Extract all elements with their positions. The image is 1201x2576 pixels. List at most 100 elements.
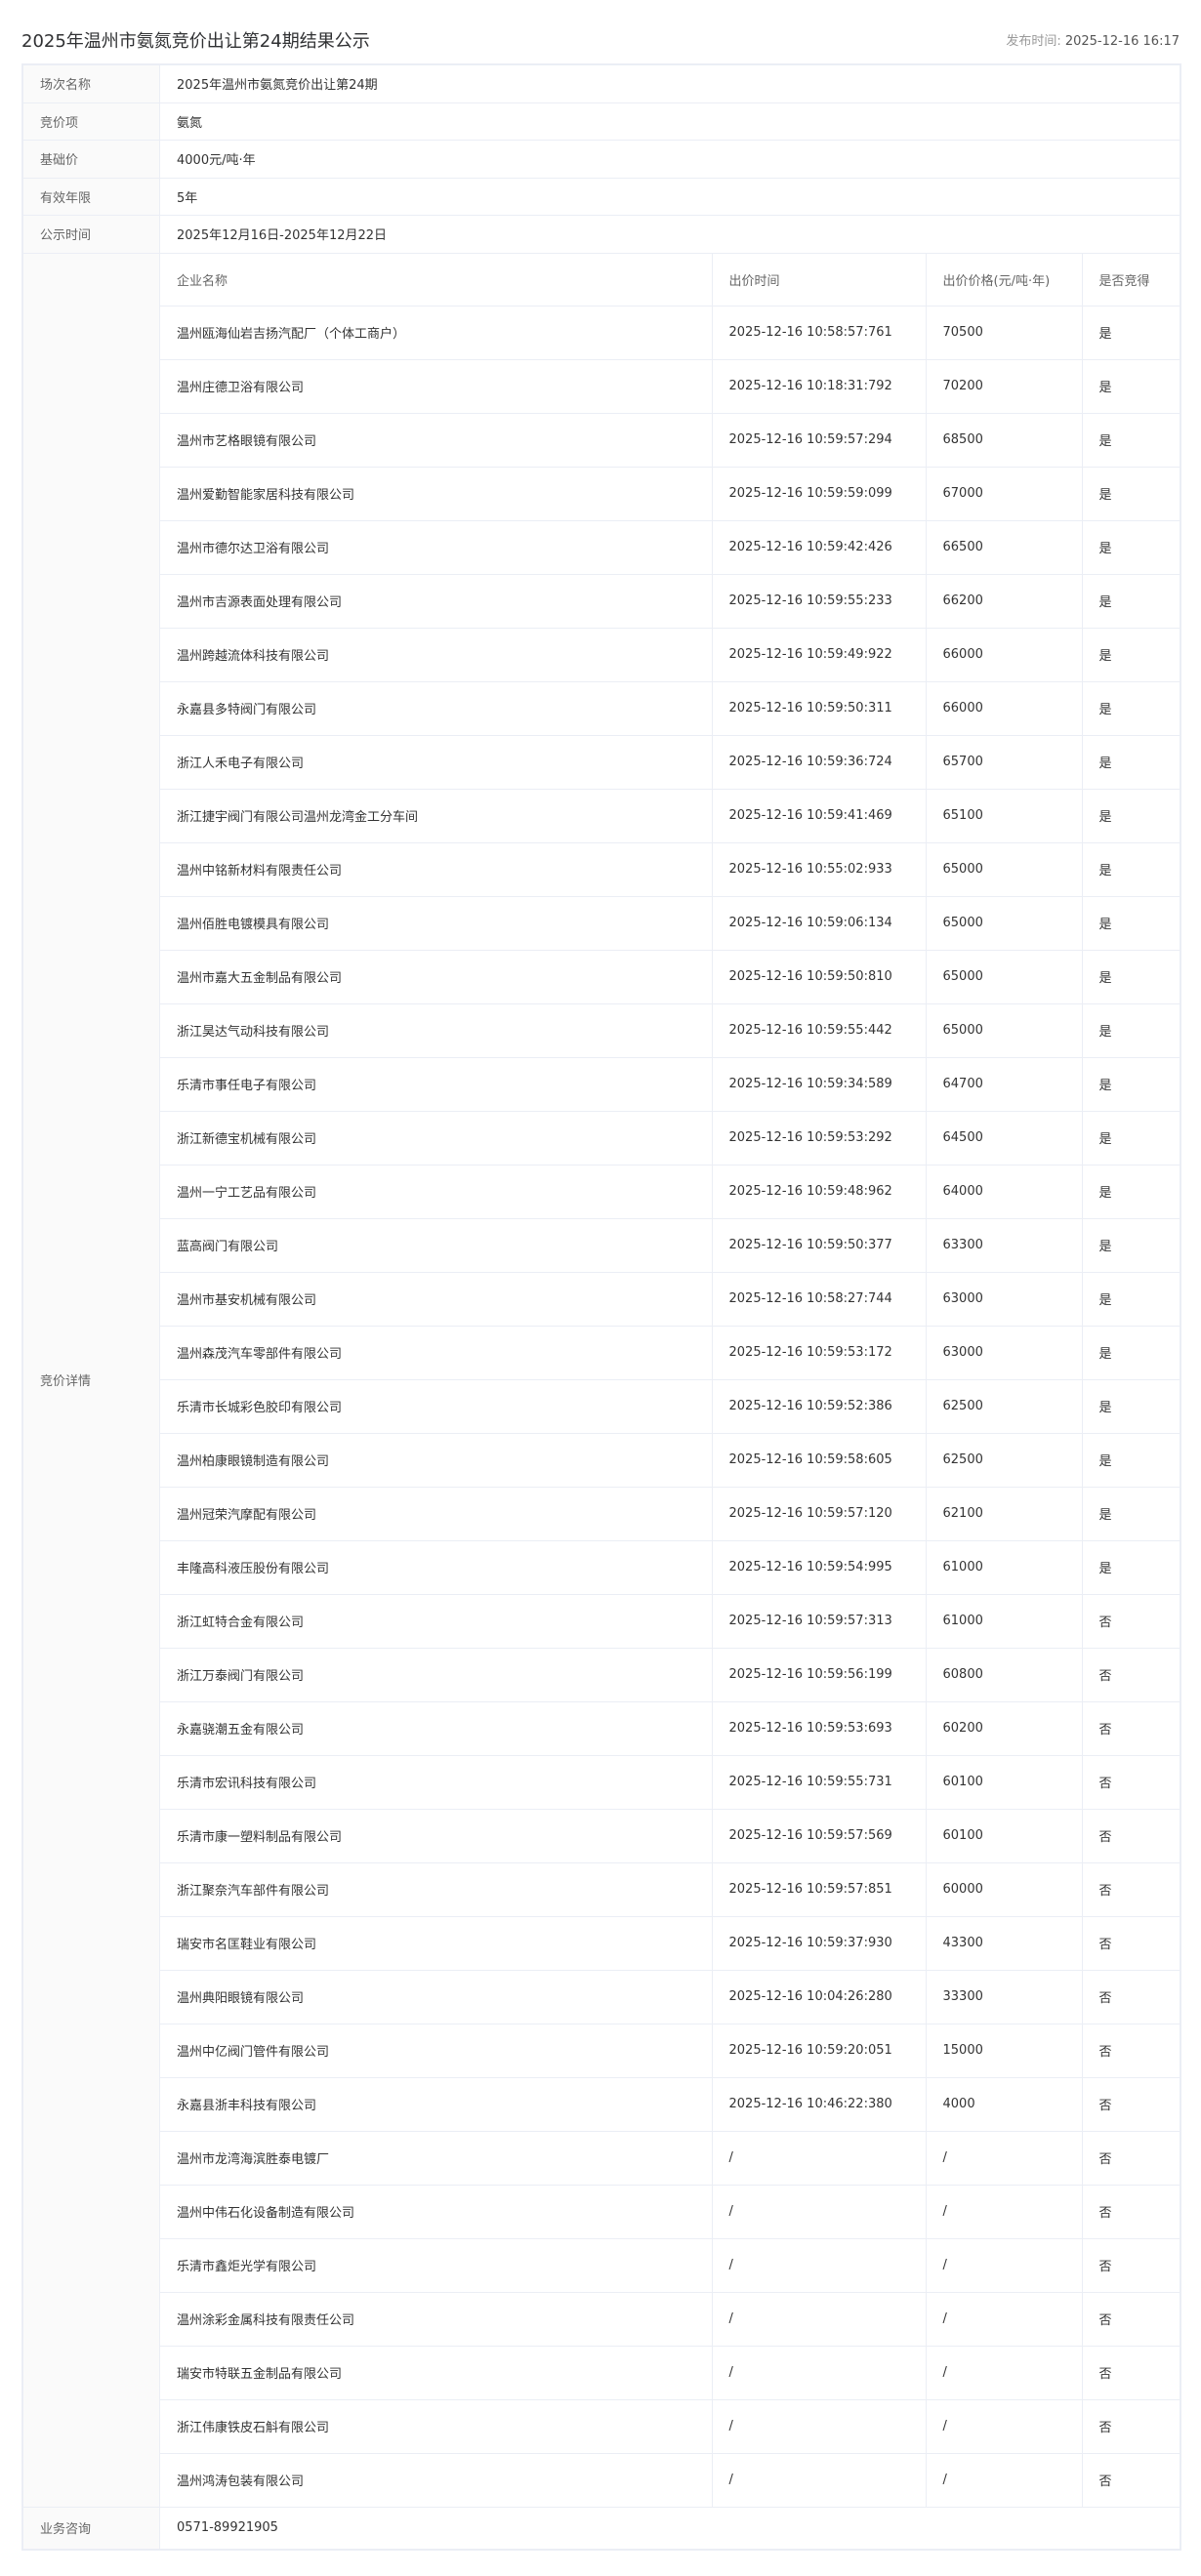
table-row: 温州跨越流体科技有限公司 2025-12-16 10:59:49:922 66000… [160, 627, 1180, 682]
table-row: 温州中伟石化设备制造有限公司 / / 否 [160, 2184, 1180, 2239]
table-row: 乐清市宏讯科技有限公司 2025-12-16 10:59:55:731 60100 否 [160, 1754, 1180, 1810]
bid-time: / [712, 2291, 927, 2347]
company-name: 温州冠荣汽摩配有限公司 [160, 1486, 713, 1541]
bid-time: 2025-12-16 10:59:59:099 [712, 466, 927, 521]
info-value: 氨氮 [159, 102, 1180, 141]
company-name: 瑞安市特联五金制品有限公司 [160, 2345, 713, 2400]
consult-value: 0571-89921905 [159, 2506, 1180, 2550]
table-row: 永嘉骁潮五金有限公司 2025-12-16 10:59:53:693 60200 否 [160, 1700, 1180, 1756]
won-status: 是 [1082, 1432, 1180, 1488]
company-name: 温州市基安机械有限公司 [160, 1271, 713, 1327]
bid-time: 2025-12-16 10:59:20:051 [712, 2023, 927, 2078]
bid-price: 67000 [926, 466, 1083, 521]
table-row: 乐清市长城彩色胶印有限公司 2025-12-16 10:59:52:386 6250… [160, 1378, 1180, 1434]
bid-price: 65000 [926, 841, 1083, 897]
bid-time: 2025-12-16 10:59:50:311 [712, 680, 927, 736]
bid-price: 66000 [926, 627, 1083, 682]
bid-time: 2025-12-16 10:59:52:386 [712, 1378, 927, 1434]
table-row: 温州涂彩金属科技有限责任公司 / / 否 [160, 2291, 1180, 2347]
bid-price: 60800 [926, 1647, 1083, 1702]
company-name: 温州市吉源表面处理有限公司 [160, 573, 713, 629]
col-header-won: 是否竞得 [1082, 254, 1180, 307]
bid-price: 66000 [926, 680, 1083, 736]
bid-time: 2025-12-16 10:59:41:469 [712, 788, 927, 843]
company-name: 温州庄德卫浴有限公司 [160, 358, 713, 414]
bid-price: 64700 [926, 1056, 1083, 1112]
won-status: 是 [1082, 841, 1180, 897]
won-status: 是 [1082, 895, 1180, 951]
table-row: 温州柏康眼镜制造有限公司 2025-12-16 10:59:58:605 62500… [160, 1432, 1180, 1488]
table-row: 温州市德尔达卫浴有限公司 2025-12-16 10:59:42:426 66500… [160, 519, 1180, 575]
company-name: 浙江昊达气动科技有限公司 [160, 1002, 713, 1058]
info-row: 竞价项 氨氮 [22, 102, 1180, 141]
company-name: 浙江万泰阀门有限公司 [160, 1647, 713, 1702]
won-status: 否 [1082, 2452, 1180, 2506]
bid-price: 66200 [926, 573, 1083, 629]
company-name: 浙江聚奈汽车部件有限公司 [160, 1861, 713, 1917]
bid-time: 2025-12-16 10:59:34:589 [712, 1056, 927, 1112]
bid-time: 2025-12-16 10:58:27:744 [712, 1271, 927, 1327]
company-name: 温州市艺格眼镜有限公司 [160, 412, 713, 468]
bid-price: / [926, 2452, 1083, 2506]
company-name: 蓝高阀门有限公司 [160, 1217, 713, 1273]
bid-time: 2025-12-16 10:59:50:377 [712, 1217, 927, 1273]
consult-label: 业务咨询 [22, 2506, 160, 2550]
page-header: 2025年温州市氨氮竞价出让第24期结果公示 发布时间: 2025-12-16 … [21, 27, 1180, 57]
bid-time: 2025-12-16 10:59:57:313 [712, 1593, 927, 1649]
company-name: 永嘉骁潮五金有限公司 [160, 1700, 713, 1756]
bid-price: 65000 [926, 1002, 1083, 1058]
won-status: 否 [1082, 2076, 1180, 2132]
bid-time: 2025-12-16 10:59:53:172 [712, 1325, 927, 1380]
bid-table: 企业名称 出价时间 出价价格(元/吨·年) 是否竞得 温州瓯海仙岩吉扬汽配厂（个… [160, 254, 1180, 2506]
bid-time: 2025-12-16 10:59:50:810 [712, 949, 927, 1004]
info-label: 竞价项 [22, 102, 160, 141]
table-row: 蓝高阀门有限公司 2025-12-16 10:59:50:377 63300 是 [160, 1217, 1180, 1273]
table-row: 瑞安市特联五金制品有限公司 / / 否 [160, 2345, 1180, 2400]
bid-price: 60100 [926, 1754, 1083, 1810]
table-row: 浙江昊达气动科技有限公司 2025-12-16 10:59:55:442 65000… [160, 1002, 1180, 1058]
bid-price: 65000 [926, 949, 1083, 1004]
bid-price: 65000 [926, 895, 1083, 951]
bid-time: 2025-12-16 10:18:31:792 [712, 358, 927, 414]
col-header-bid-time: 出价时间 [712, 254, 927, 307]
company-name: 温州跨越流体科技有限公司 [160, 627, 713, 682]
info-value: 5年 [159, 177, 1180, 216]
company-name: 温州爱勤智能家居科技有限公司 [160, 466, 713, 521]
table-row: 浙江聚奈汽车部件有限公司 2025-12-16 10:59:57:851 60000… [160, 1861, 1180, 1917]
table-row: 永嘉县浙丰科技有限公司 2025-12-16 10:46:22:380 4000 否 [160, 2076, 1180, 2132]
bid-time: 2025-12-16 10:55:02:933 [712, 841, 927, 897]
won-status: 是 [1082, 734, 1180, 790]
won-status: 否 [1082, 1861, 1180, 1917]
company-name: 浙江伟康铁皮石斛有限公司 [160, 2398, 713, 2454]
bid-time: / [712, 2345, 927, 2400]
won-status: 否 [1082, 2237, 1180, 2293]
company-name: 温州柏康眼镜制造有限公司 [160, 1432, 713, 1488]
won-status: 是 [1082, 1378, 1180, 1434]
bid-time: 2025-12-16 10:59:53:292 [712, 1110, 927, 1165]
won-status: 否 [1082, 2345, 1180, 2400]
company-name: 瑞安市名匡鞋业有限公司 [160, 1915, 713, 1971]
bid-price: 63000 [926, 1325, 1083, 1380]
table-row: 永嘉县多特阀门有限公司 2025-12-16 10:59:50:311 66000 是 [160, 680, 1180, 736]
won-status: 是 [1082, 949, 1180, 1004]
table-row: 温州鸿涛包装有限公司 / / 否 [160, 2452, 1180, 2506]
bid-price: 61000 [926, 1539, 1083, 1595]
company-name: 温州市龙湾海滨胜泰电镀厂 [160, 2130, 713, 2186]
won-status: 是 [1082, 1539, 1180, 1595]
info-row: 基础价 4000元/吨·年 [22, 140, 1180, 179]
company-name: 乐清市康一塑料制品有限公司 [160, 1808, 713, 1863]
bid-time: / [712, 2184, 927, 2239]
bid-time: 2025-12-16 10:04:26:280 [712, 1969, 927, 2024]
won-status: 是 [1082, 305, 1180, 360]
table-row: 温州中铭新材料有限责任公司 2025-12-16 10:55:02:933 6500… [160, 841, 1180, 897]
company-name: 浙江新德宝机械有限公司 [160, 1110, 713, 1165]
bid-time: 2025-12-16 10:59:55:442 [712, 1002, 927, 1058]
table-row: 温州冠荣汽摩配有限公司 2025-12-16 10:59:57:120 62100 是 [160, 1486, 1180, 1541]
bid-price: 60100 [926, 1808, 1083, 1863]
won-status: 是 [1082, 1002, 1180, 1058]
table-row: 温州庄德卫浴有限公司 2025-12-16 10:18:31:792 70200 是 [160, 358, 1180, 414]
info-label: 场次名称 [22, 64, 160, 103]
bid-price: 4000 [926, 2076, 1083, 2132]
company-name: 乐清市鑫炬光学有限公司 [160, 2237, 713, 2293]
company-name: 温州一宁工艺品有限公司 [160, 1164, 713, 1219]
